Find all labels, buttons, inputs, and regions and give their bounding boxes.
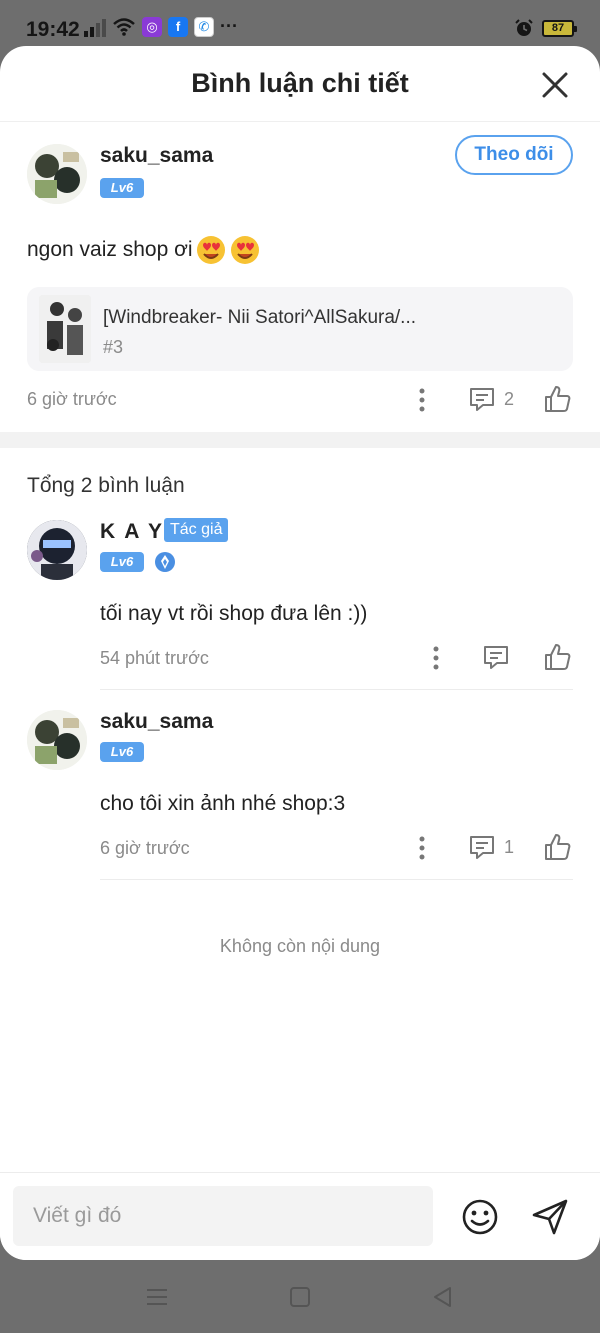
end-of-content-note: Không còn nội dung (219, 936, 381, 956)
heart-eyes-emoji-icon (230, 236, 259, 264)
post-content: ngon vaiz shop ơi (27, 234, 261, 266)
total-comments: Tổng 2 bình luận (27, 474, 185, 497)
level-badge: Lv6 (100, 178, 144, 198)
comment-detail-sheet: Bình luận chi tiết saku_sama Lv6 Theo dõ… (0, 46, 600, 1260)
status-time: 19:42 (26, 18, 80, 41)
comment-icon (470, 388, 494, 411)
comment-divider (100, 879, 573, 880)
close-icon[interactable] (540, 70, 570, 100)
reply-count: 1 (504, 836, 515, 857)
send-icon[interactable] (530, 1197, 570, 1237)
story-title: [Windbreaker- Nii Satori^AllSakura/... (103, 307, 417, 328)
comment-divider (100, 689, 573, 690)
more-options-icon[interactable] (412, 834, 432, 862)
level-badge: Lv6 (100, 742, 144, 762)
more-options-icon[interactable] (426, 644, 446, 672)
menu-icon[interactable] (144, 1284, 170, 1310)
home-icon[interactable] (287, 1284, 313, 1310)
status-right: 87 (514, 18, 577, 38)
post-username[interactable]: saku_sama (100, 144, 213, 168)
avatar[interactable] (27, 520, 87, 580)
sheet-header: Bình luận chi tiết (0, 46, 600, 122)
reply-button[interactable]: 1 (468, 833, 514, 861)
avatar[interactable] (27, 144, 87, 204)
referenced-story-card[interactable]: [Windbreaker- Nii Satori^AllSakura/... #… (27, 287, 573, 371)
comment-text: cho tôi xin ảnh nhé shop:3 (100, 792, 346, 815)
author-badge: Tác giả (164, 518, 229, 542)
comment-username[interactable]: K A Y (100, 520, 164, 544)
comment-time: 6 giờ trước (100, 838, 190, 858)
emoji-icon[interactable] (460, 1197, 500, 1237)
comment-icon[interactable] (482, 643, 510, 671)
alarm-icon (515, 19, 533, 36)
follow-button[interactable]: Theo dõi (455, 135, 573, 175)
system-navigation-bar (0, 1260, 600, 1333)
comment-composer (0, 1172, 600, 1260)
post-time: 6 giờ trước (27, 389, 117, 409)
status-icons: ◎ f ✆ ··· (84, 16, 238, 37)
signal-icon (84, 17, 106, 37)
more-notifications-indicator: ··· (220, 16, 238, 36)
post-text: ngon vaiz shop ơi (27, 238, 193, 261)
heart-eyes-emoji-icon (196, 236, 225, 264)
comment-text: tối nay vt rồi shop đưa lên :)) (100, 602, 368, 625)
avatar[interactable] (27, 710, 87, 770)
verified-shield-icon (155, 552, 175, 572)
app-notification-icon: ◎ (142, 16, 162, 37)
like-icon[interactable] (542, 832, 572, 862)
like-icon[interactable] (542, 642, 572, 672)
story-chapter: #3 (103, 337, 124, 357)
level-badge: Lv6 (100, 552, 144, 572)
reply-button[interactable]: 2 (468, 385, 514, 413)
section-divider (0, 432, 600, 448)
wifi-icon (113, 17, 135, 36)
comment-username[interactable]: saku_sama (100, 710, 213, 734)
more-options-icon[interactable] (412, 386, 432, 414)
story-thumbnail (39, 295, 91, 363)
comment-icon (470, 836, 494, 859)
reply-count: 2 (504, 388, 515, 409)
page-title: Bình luận chi tiết (191, 68, 409, 98)
comment-time: 54 phút trước (100, 648, 209, 668)
like-icon[interactable] (542, 384, 572, 414)
comment-input[interactable] (13, 1186, 433, 1246)
facebook-icon: f (168, 16, 188, 37)
messenger-icon: ✆ (194, 16, 214, 37)
back-icon[interactable] (430, 1284, 456, 1310)
battery-icon: 87 (542, 19, 577, 37)
